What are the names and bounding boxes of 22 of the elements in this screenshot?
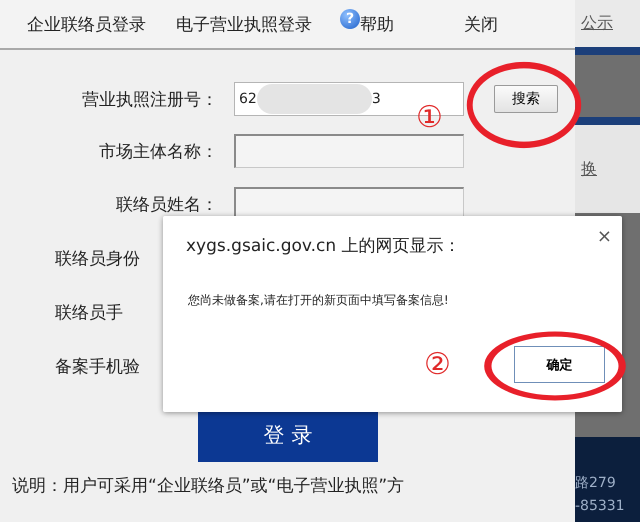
nav-link[interactable]: 电子营业执照登录 <box>176 12 312 36</box>
background-bar <box>575 47 640 55</box>
field-label: 备案手机验 <box>54 356 141 378</box>
nav-link[interactable]: 企业联络员登录 <box>27 12 146 36</box>
ok-button[interactable]: 确定 <box>514 346 605 383</box>
field-label: 联络员姓名： <box>115 194 218 216</box>
help-link[interactable]: 帮助 <box>360 12 394 36</box>
background-text: -85331 <box>575 498 626 514</box>
background-text: 路279 <box>575 474 617 492</box>
field-label: 市场主体名称： <box>98 140 218 162</box>
input-field[interactable] <box>234 134 464 168</box>
field-label: 联络员身份 <box>54 248 141 270</box>
dialog-message: 您尚未做备案,请在打开的新页面中填写备案信息! <box>188 292 449 309</box>
background-bar <box>575 117 640 125</box>
close-link[interactable]: 关闭 <box>464 12 498 36</box>
search-button[interactable]: 搜索 <box>494 85 558 113</box>
field-label: 营业执照注册号： <box>81 88 218 110</box>
field-label: 联络员手 <box>54 302 124 324</box>
note-text: 说明：用户可采用“企业联络员”或“电子营业执照”方 <box>11 475 406 497</box>
annotation-number: ② <box>424 350 451 380</box>
dialog-title: xygs.gsaic.gov.cn 上的网页显示： <box>186 235 461 257</box>
close-button[interactable]: × <box>596 226 612 247</box>
